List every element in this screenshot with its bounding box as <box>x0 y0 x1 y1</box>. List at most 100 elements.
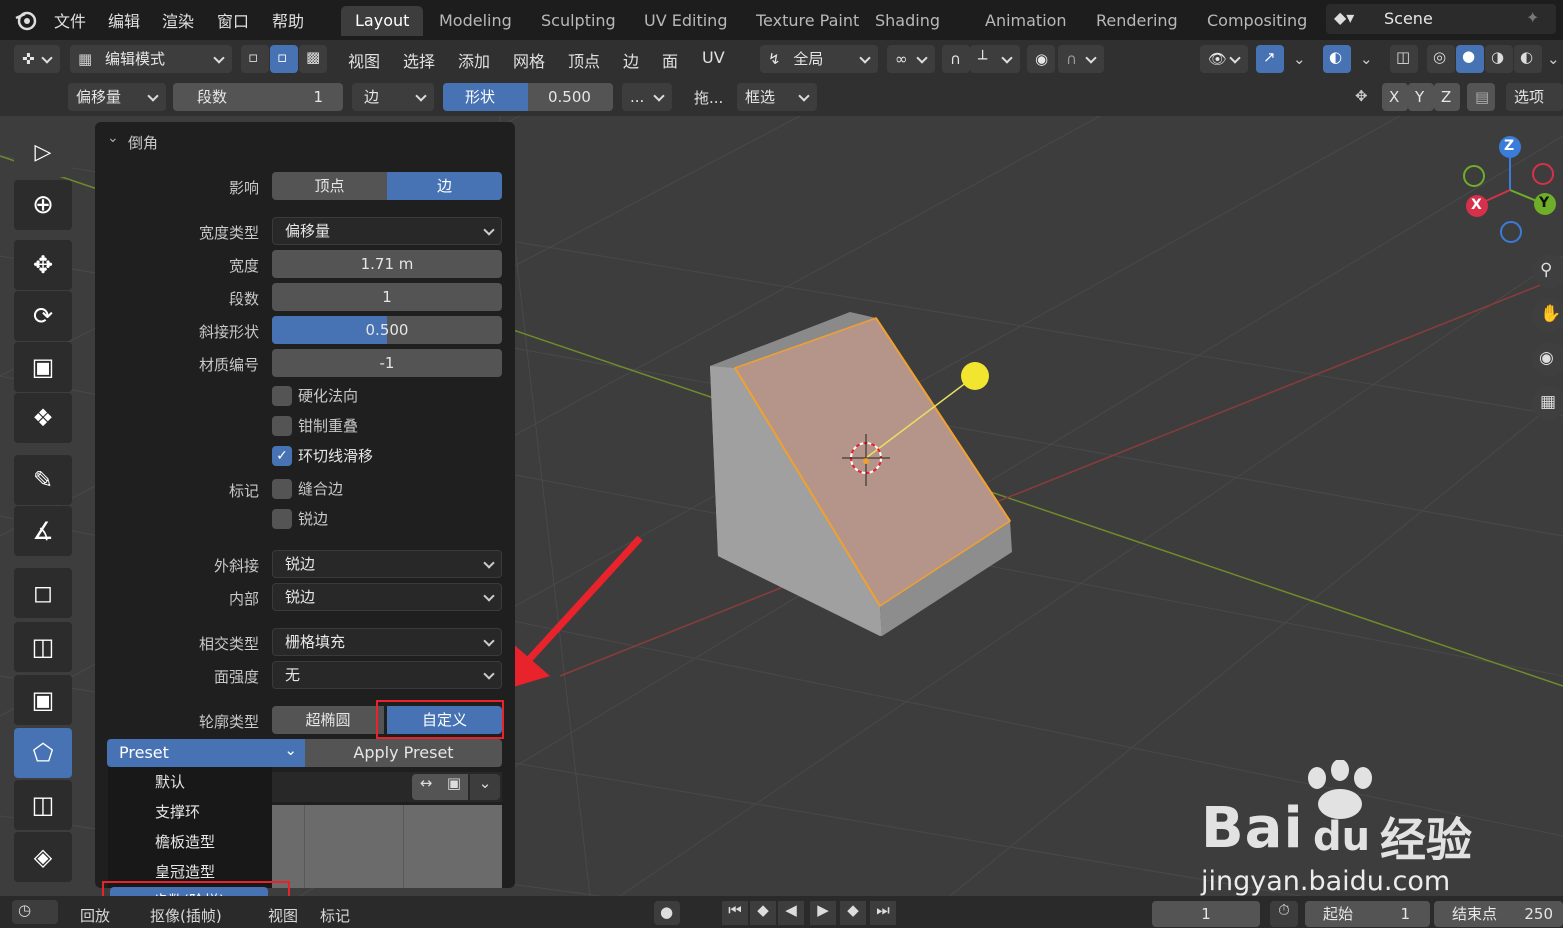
overlay-toggle[interactable]: ◐ <box>1323 45 1351 73</box>
timeline-marker-menu[interactable]: 标记 <box>320 905 350 926</box>
tool-select-box[interactable]: ▷ <box>14 127 72 177</box>
box-select-dropdown[interactable]: 框选 <box>737 83 817 111</box>
tool-annotate[interactable]: ✎ <box>14 455 72 505</box>
scene-selector[interactable]: ◆▾ Scene ✦ <box>1326 4 1556 34</box>
mirror-icon[interactable]: ✥ <box>1355 87 1368 105</box>
header-menu-add[interactable]: 添加 <box>458 48 490 72</box>
tab-compositing[interactable]: Compositing <box>1193 6 1321 36</box>
tool-cursor[interactable]: ⊕ <box>14 180 72 230</box>
start-frame-field[interactable]: 起始 1 <box>1305 901 1430 927</box>
header-menu-face[interactable]: 面 <box>662 48 678 72</box>
tab-animation[interactable]: Animation <box>971 6 1081 36</box>
solid-shading-button[interactable]: ● <box>1456 45 1484 73</box>
end-frame-field[interactable]: 结束点 250 <box>1434 901 1563 927</box>
segments-input[interactable]: 1 <box>272 283 502 311</box>
miter-outer-select[interactable]: 锐边 <box>272 550 502 578</box>
tab-texture-paint[interactable]: Texture Paint <box>742 6 873 36</box>
tab-sculpting[interactable]: Sculpting <box>527 6 630 36</box>
header-menu-vertex[interactable]: 顶点 <box>568 48 600 72</box>
zoom-view-button[interactable]: ⚲ <box>1532 254 1563 288</box>
material-shading-button[interactable]: ◑ <box>1485 45 1513 73</box>
clamp-overlap-checkbox[interactable]: 钳制重叠 <box>272 415 358 437</box>
tool-measure[interactable]: ∡ <box>14 506 72 556</box>
visibility-button[interactable]: 👁 <box>1200 45 1248 73</box>
tab-shading[interactable]: Shading <box>861 6 954 36</box>
timeline-playback-menu[interactable]: 回放 <box>80 905 110 926</box>
pivot-point-button[interactable]: ∞ <box>887 45 935 73</box>
shading-dropdown-icon[interactable]: ⌄ <box>1547 50 1560 68</box>
drag-label[interactable]: 拖... <box>694 87 723 108</box>
transform-orientation[interactable]: ↯ 全局 <box>760 45 878 73</box>
mark-seam-checkbox[interactable]: 缝合边 <box>272 478 343 500</box>
blender-logo-icon[interactable] <box>14 8 38 32</box>
tab-modeling[interactable]: Modeling <box>425 6 526 36</box>
camera-view-button[interactable]: ◉ <box>1532 342 1563 376</box>
falloff-button[interactable]: ∩ <box>1058 45 1104 73</box>
menu-render[interactable]: 渲染 <box>162 8 194 32</box>
gizmo-toggle[interactable]: ↗ <box>1256 45 1284 73</box>
tool-scale[interactable]: ▣ <box>14 342 72 392</box>
wireframe-shading-button[interactable]: ◎ <box>1427 45 1455 73</box>
curve-options-button[interactable]: ⌄ <box>470 774 500 800</box>
reset-view-button[interactable]: ↔ <box>412 774 440 800</box>
vertex-select-button[interactable]: ▫ <box>241 45 269 73</box>
width-type-dropdown[interactable]: 偏移量 <box>68 83 166 111</box>
shape-slider[interactable]: 0.500 <box>272 316 502 344</box>
record-button[interactable]: ● <box>654 901 680 925</box>
mirror-x-button[interactable]: X <box>1382 83 1408 111</box>
shape-field[interactable]: 形状 0.500 <box>443 83 613 111</box>
auto-merge-button[interactable]: ▤ <box>1467 83 1495 111</box>
current-frame-field[interactable]: 1 <box>1152 901 1260 927</box>
more-options-dropdown[interactable]: ... <box>622 83 672 111</box>
menu-file[interactable]: 文件 <box>54 8 86 32</box>
timeline-view-menu[interactable]: 视图 <box>268 905 298 926</box>
loop-slide-checkbox[interactable]: ✓ 环切线滑移 <box>272 445 373 467</box>
overlay-dropdown-icon[interactable]: ⌄ <box>1360 50 1373 68</box>
face-select-button[interactable]: ▩ <box>299 45 327 73</box>
mark-sharp-checkbox[interactable]: 锐边 <box>272 508 328 530</box>
affect-edges-button[interactable]: 边 <box>387 172 502 200</box>
timeline-keying-menu[interactable]: 抠像(插帧) <box>150 905 222 926</box>
xray-toggle[interactable]: ◫ <box>1390 45 1418 73</box>
miter-inner-select[interactable]: 锐边 <box>272 583 502 611</box>
width-field[interactable]: 1.71 m <box>272 250 502 278</box>
width-type-select[interactable]: 偏移量 <box>272 217 502 245</box>
tab-uv-editing[interactable]: UV Editing <box>630 6 741 36</box>
preset-item-support-loops[interactable]: 支撑环 <box>108 797 272 827</box>
tool-knife[interactable]: ◈ <box>14 832 72 882</box>
next-keyframe-button[interactable]: ◆ <box>840 901 866 925</box>
pan-view-button[interactable]: ✋ <box>1532 298 1563 332</box>
mirror-y-button[interactable]: Y <box>1408 83 1434 111</box>
harden-normals-checkbox[interactable]: 硬化法向 <box>272 385 358 407</box>
curve-handle-button[interactable]: ▣ <box>440 774 468 800</box>
preset-dropdown[interactable]: Preset ⌄ <box>107 739 305 767</box>
header-menu-select[interactable]: 选择 <box>403 48 435 72</box>
navigation-gizmo[interactable]: Z Y X <box>1455 134 1563 244</box>
tool-extrude[interactable]: ◫ <box>14 622 72 672</box>
gizmo-dropdown-icon[interactable]: ⌄ <box>1293 50 1306 68</box>
apply-preset-button[interactable]: Apply Preset <box>305 739 502 767</box>
preset-item-cornice[interactable]: 檐板造型 <box>108 827 272 857</box>
tool-loop-cut[interactable]: ◫ <box>14 780 72 830</box>
tab-layout[interactable]: Layout <box>341 6 424 36</box>
menu-help[interactable]: 帮助 <box>272 8 304 32</box>
header-menu-view[interactable]: 视图 <box>348 48 380 72</box>
face-strength-select[interactable]: 无 <box>272 661 502 689</box>
play-button[interactable]: ▶ <box>810 901 836 925</box>
play-reverse-button[interactable]: ◀ <box>778 901 804 925</box>
tool-transform[interactable]: ❖ <box>14 393 72 443</box>
preview-range-button[interactable]: ⏱ <box>1270 901 1298 927</box>
mirror-z-button[interactable]: Z <box>1434 83 1460 111</box>
mode-selector[interactable]: ▦ 编辑模式 <box>70 45 232 73</box>
header-menu-mesh[interactable]: 网格 <box>513 48 545 72</box>
editor-type-button[interactable]: ✜ <box>14 45 60 73</box>
perspective-toggle-button[interactable]: ▦ <box>1532 386 1563 420</box>
timeline-editor-button[interactable]: ◷ <box>12 900 58 924</box>
tool-add-cube[interactable]: ◻ <box>14 568 72 618</box>
tool-move[interactable]: ✥ <box>14 240 72 290</box>
options-dropdown[interactable]: 选项 <box>1506 83 1563 111</box>
profile-superellipse-button[interactable]: 超椭圆 <box>272 706 384 734</box>
tab-rendering[interactable]: Rendering <box>1082 6 1192 36</box>
proportional-edit-toggle[interactable]: ◉ <box>1027 45 1055 73</box>
collapse-chevron-icon[interactable]: ⌄ <box>107 130 119 146</box>
